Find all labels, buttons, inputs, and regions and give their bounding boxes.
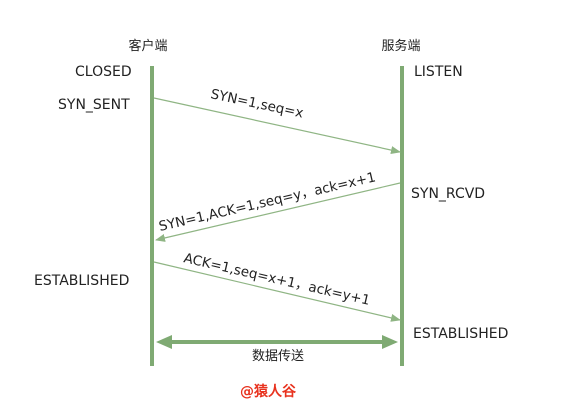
client-state-closed: CLOSED [75,64,132,80]
syn-ack-label: SYN=1,ACK=1,seq=y，ack=x+1 [157,169,377,235]
server-state-listen: LISTEN [414,64,463,80]
syn-label: SYN=1,seq=x [209,86,305,121]
server-state-established: ESTABLISHED [413,326,508,342]
watermark: @猿人谷 [240,383,297,400]
diagram-canvas: 客户端 服务端 CLOSED SYN_SENT ESTABLISHED LIST… [34,38,508,400]
data-transfer-arrow-right-head [382,335,398,349]
server-header: 服务端 [381,38,420,54]
server-state-syn-rcvd: SYN_RCVD [411,186,485,202]
ack-label: ACK=1,seq=x+1，ack=y+1 [182,250,372,309]
client-state-established: ESTABLISHED [34,273,129,289]
tcp-handshake-diagram: 客户端 服务端 CLOSED SYN_SENT ESTABLISHED LIST… [0,0,576,407]
client-state-syn-sent: SYN_SENT [58,97,130,113]
data-transfer-label: 数据传送 [252,349,304,364]
client-header: 客户端 [128,38,167,54]
data-transfer-arrow-left-head [156,335,172,349]
